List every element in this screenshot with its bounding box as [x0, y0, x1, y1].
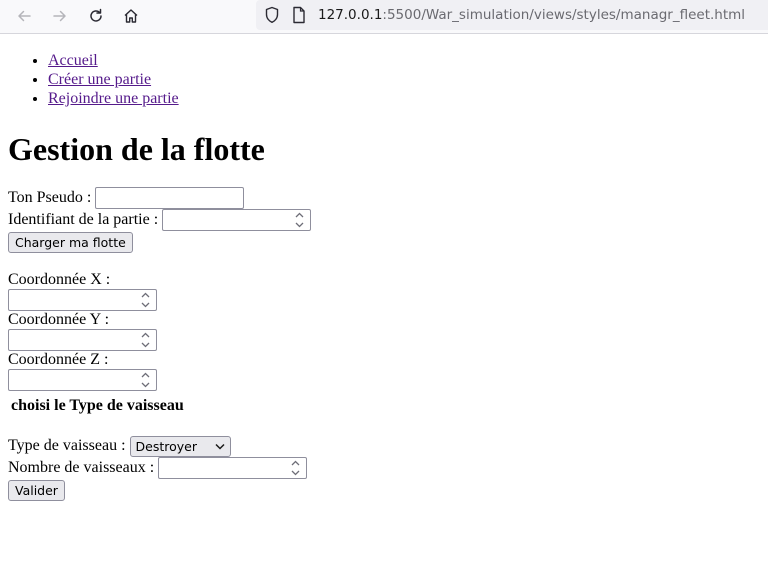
reload-icon — [90, 8, 102, 22]
ship-type-select[interactable]: Destroyer — [129, 435, 231, 457]
ship-count-spinner[interactable] — [289, 460, 302, 476]
ship-count-label: Nombre de vaisseaux : — [8, 459, 155, 476]
chevron-up-icon[interactable] — [141, 372, 150, 378]
game-id-input[interactable] — [162, 209, 312, 231]
load-fleet-button[interactable]: Charger ma flotte — [8, 232, 133, 253]
nav-link-rejoindre-partie[interactable]: Rejoindre une partie — [48, 90, 179, 107]
ship-type-selected: Destroyer — [135, 438, 197, 454]
game-id-row: Identifiant de la partie : — [8, 209, 760, 231]
nav-item-accueil: Accueil — [48, 51, 760, 70]
back-button[interactable] — [9, 2, 39, 30]
chevron-down-icon[interactable] — [141, 382, 150, 388]
arrow-left-icon — [18, 10, 31, 22]
pseudo-row: Ton Pseudo : — [8, 187, 760, 209]
shield-icon[interactable] — [264, 6, 280, 24]
reload-button[interactable] — [81, 2, 111, 30]
chevron-up-icon[interactable] — [141, 332, 150, 338]
game-id-label: Identifiant de la partie : — [8, 211, 159, 228]
chevron-down-icon[interactable] — [295, 222, 304, 228]
ship-count-row: Nombre de vaisseaux : — [8, 457, 760, 479]
ship-type-label: Type de vaisseau : — [8, 437, 126, 454]
chevron-down-icon[interactable] — [141, 342, 150, 348]
game-id-spinner[interactable] — [293, 212, 306, 228]
x-coordinate-input[interactable] — [8, 289, 157, 311]
chevron-down-icon — [214, 443, 225, 450]
submit-row: Valider — [8, 479, 760, 502]
z-spinner[interactable] — [139, 372, 152, 388]
address-bar[interactable]: 127.0.0.1:5500/War_simulation/views/styl… — [256, 0, 768, 30]
browser-toolbar: 127.0.0.1:5500/War_simulation/views/styl… — [0, 0, 768, 34]
x-spinner[interactable] — [139, 292, 152, 308]
z-coordinate-input[interactable] — [8, 369, 157, 391]
arrow-right-icon — [53, 10, 66, 22]
submit-button[interactable]: Valider — [8, 480, 65, 501]
y-label: Coordonnée Y : — [8, 311, 110, 328]
nav-item-rejoindre: Rejoindre une partie — [48, 89, 760, 108]
nav-link-accueil[interactable]: Accueil — [48, 52, 98, 69]
y-coordinate-input[interactable] — [8, 329, 157, 351]
url-path: :5500/War_simulation/views/styles/managr… — [382, 7, 746, 23]
home-button[interactable] — [116, 2, 146, 30]
forward-button[interactable] — [45, 2, 75, 30]
chevron-up-icon[interactable] — [295, 212, 304, 218]
nav-item-creer: Créer une partie — [48, 70, 760, 89]
page-title: Gestion de la flotte — [8, 131, 265, 167]
chevron-up-icon[interactable] — [141, 292, 150, 298]
page-icon[interactable] — [292, 6, 306, 24]
z-label: Coordonnée Z : — [8, 351, 109, 368]
ship-count-input[interactable] — [158, 457, 308, 479]
chevron-up-icon[interactable] — [291, 460, 300, 466]
x-label: Coordonnée X : — [8, 271, 111, 288]
ship-type-row: Type de vaisseau : Destroyer — [8, 435, 760, 457]
load-row: Charger ma flotte — [8, 231, 760, 254]
fleet-form: Ton Pseudo : Identifiant de la partie : … — [8, 187, 760, 502]
home-icon — [124, 9, 138, 23]
pseudo-input[interactable] — [95, 187, 245, 209]
main-nav: Accueil Créer une partie Rejoindre une p… — [8, 51, 760, 108]
pseudo-label: Ton Pseudo : — [8, 189, 92, 206]
ship-section-title: choisi le Type de vaisseau — [11, 397, 184, 414]
nav-link-creer-partie[interactable]: Créer une partie — [48, 71, 151, 88]
page-content: Accueil Créer une partie Rejoindre une p… — [8, 35, 760, 501]
y-spinner[interactable] — [139, 332, 152, 348]
url-host: 127.0.0.1 — [318, 7, 383, 23]
url-text[interactable]: 127.0.0.1:5500/War_simulation/views/styl… — [318, 6, 745, 24]
chevron-down-icon[interactable] — [141, 302, 150, 308]
chevron-down-icon[interactable] — [291, 470, 300, 476]
